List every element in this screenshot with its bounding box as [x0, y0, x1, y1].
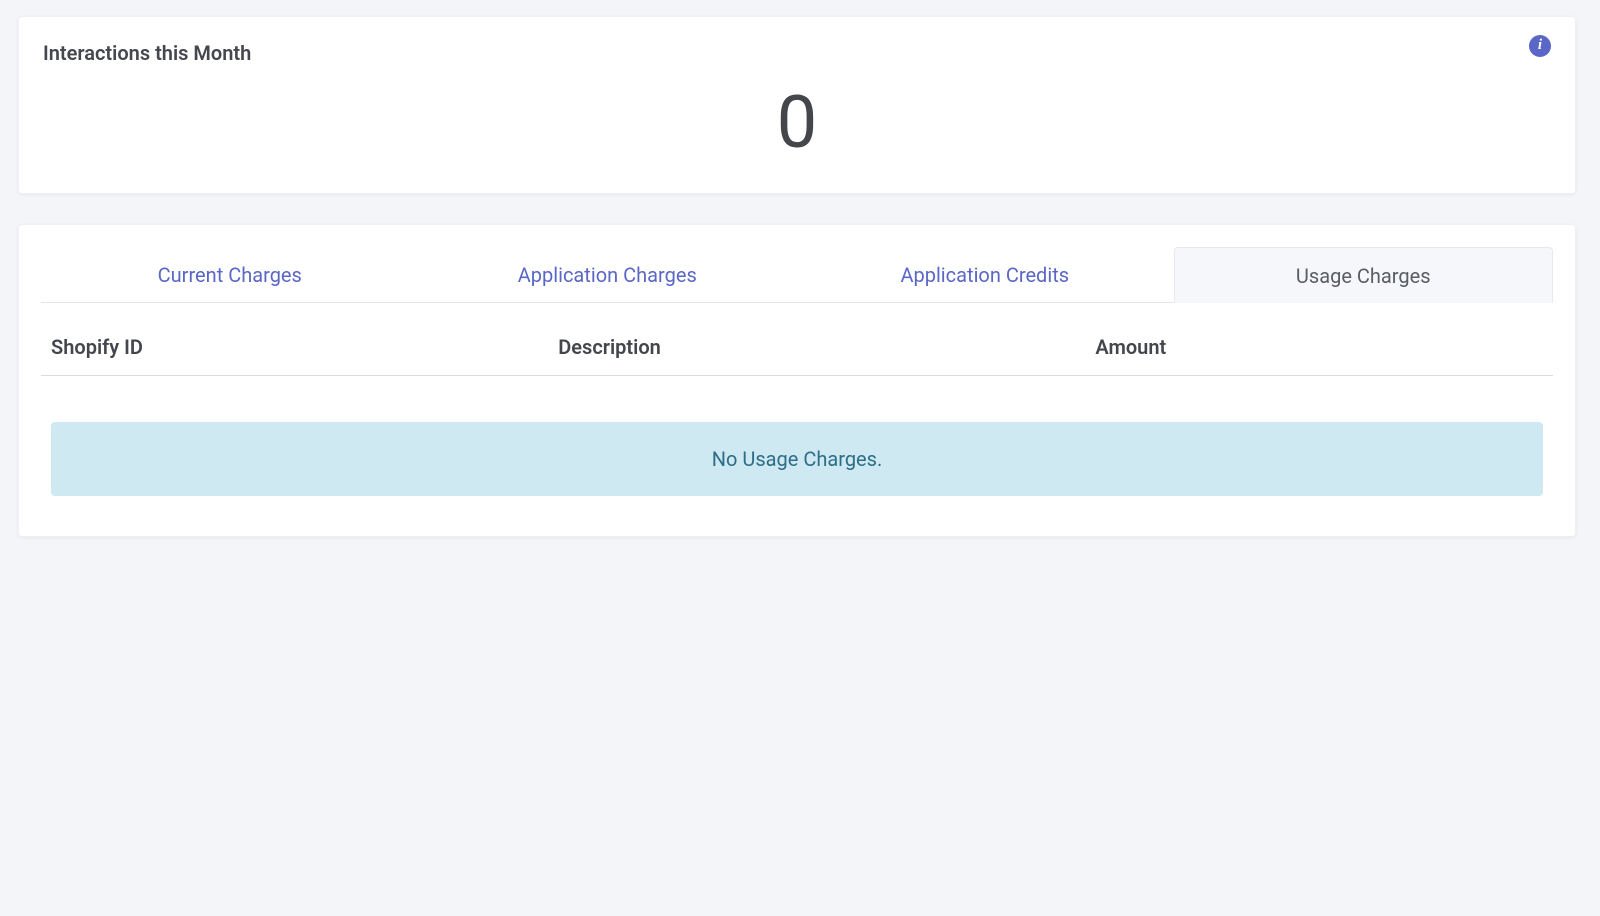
interactions-value: 0	[43, 87, 1551, 159]
interactions-card: Interactions this Month 0	[18, 16, 1576, 194]
tab-current-charges[interactable]: Current Charges	[41, 247, 419, 303]
info-icon[interactable]	[1529, 35, 1551, 57]
column-description: Description	[558, 335, 1095, 359]
charges-card: Current Charges Application Charges Appl…	[18, 224, 1576, 537]
charges-tabs: Current Charges Application Charges Appl…	[41, 247, 1553, 303]
tab-application-credits[interactable]: Application Credits	[796, 247, 1174, 303]
tab-application-charges[interactable]: Application Charges	[419, 247, 797, 303]
column-amount: Amount	[1095, 335, 1543, 359]
interactions-title: Interactions this Month	[43, 41, 251, 65]
column-shopify-id: Shopify ID	[51, 335, 558, 359]
interactions-header: Interactions this Month	[43, 41, 1551, 65]
usage-empty-banner: No Usage Charges.	[51, 422, 1543, 496]
usage-table-header: Shopify ID Description Amount	[41, 303, 1553, 376]
tab-usage-charges[interactable]: Usage Charges	[1174, 247, 1554, 303]
